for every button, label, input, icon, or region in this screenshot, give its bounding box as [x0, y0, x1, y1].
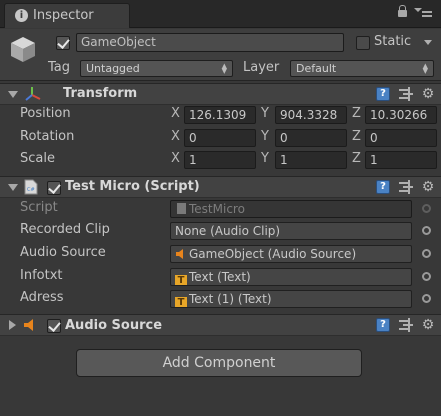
menu-icon[interactable]: [414, 6, 434, 22]
audio-source-enabled-checkbox[interactable]: [47, 319, 61, 333]
position-y-field[interactable]: 904.3328: [275, 106, 347, 124]
infotxt-field[interactable]: T Text (Text): [170, 268, 412, 286]
object-picker-icon[interactable]: [422, 294, 431, 303]
position-label: Position: [20, 106, 71, 121]
text-component-icon: T: [175, 275, 187, 285]
dropdown-arrows-icon: ▲ ▼: [422, 62, 428, 75]
scale-y-field[interactable]: 1: [275, 151, 347, 169]
gameobject-cube-icon: [11, 37, 35, 62]
script-reference-field: TestMicro: [170, 200, 412, 218]
tab-inspector-label: Inspector: [33, 8, 94, 23]
audio-source-field[interactable]: GameObject (Audio Source): [170, 245, 412, 263]
adress-value: Text (1) (Text): [189, 292, 272, 306]
gear-icon[interactable]: ⚙: [421, 87, 435, 101]
speaker-icon: [24, 319, 33, 331]
preset-icon[interactable]: [399, 180, 413, 194]
help-icon[interactable]: ?: [376, 180, 390, 194]
gear-icon[interactable]: ⚙: [421, 180, 435, 194]
scale-label: Scale: [20, 151, 55, 166]
script-asset-icon: [177, 203, 186, 214]
recorded-clip-label: Recorded Clip: [20, 222, 110, 237]
text-component-icon: T: [175, 297, 187, 307]
script-component-title: Test Micro (Script): [65, 179, 200, 194]
foldout-collapsed-icon[interactable]: [9, 320, 16, 330]
infotxt-value: Text (Text): [189, 270, 251, 284]
dropdown-arrows-icon: ▲ ▼: [221, 62, 227, 75]
active-checkbox[interactable]: [56, 36, 70, 50]
static-dropdown-icon[interactable]: [424, 40, 432, 45]
object-picker-icon: [422, 204, 431, 213]
svg-text:C#: C#: [27, 187, 35, 193]
scale-z-field[interactable]: 1: [365, 151, 437, 169]
tab-inspector[interactable]: i Inspector: [4, 3, 130, 28]
position-z-field[interactable]: 10.30266: [365, 106, 437, 124]
preset-icon[interactable]: [399, 318, 413, 332]
layer-value: Default: [296, 62, 337, 75]
axis-z-label: Z: [352, 106, 361, 121]
object-picker-icon[interactable]: [422, 226, 431, 235]
static-checkbox[interactable]: [356, 36, 370, 50]
transform-axes-icon: [25, 87, 41, 101]
foldout-expanded-icon[interactable]: [8, 91, 18, 98]
preset-icon[interactable]: [399, 87, 413, 101]
object-picker-icon[interactable]: [422, 272, 431, 281]
adress-field[interactable]: T Text (1) (Text): [170, 290, 412, 308]
axis-z-label: Z: [352, 151, 361, 166]
audio-source-label: Audio Source: [20, 245, 106, 260]
rotation-z-field[interactable]: 0: [365, 129, 437, 147]
help-icon[interactable]: ?: [376, 318, 390, 332]
position-x-field[interactable]: 126.1309: [184, 106, 256, 124]
rotation-label: Rotation: [20, 129, 75, 144]
axis-x-label: X: [171, 129, 180, 144]
tag-value: Untagged: [86, 62, 140, 75]
axis-x-label: X: [171, 106, 180, 121]
gear-icon[interactable]: ⚙: [421, 318, 435, 332]
add-component-button[interactable]: Add Component: [76, 349, 362, 377]
audio-source-value: GameObject (Audio Source): [189, 247, 357, 261]
script-file-icon: C#: [24, 179, 38, 195]
axis-x-label: X: [171, 151, 180, 166]
adress-label: Adress: [20, 290, 64, 305]
tag-dropdown[interactable]: Untagged ▲ ▼: [80, 60, 233, 77]
recorded-clip-field[interactable]: None (Audio Clip): [170, 222, 412, 240]
layer-label: Layer: [243, 60, 280, 75]
lock-icon[interactable]: [398, 5, 407, 17]
script-enabled-checkbox[interactable]: [47, 181, 61, 195]
axis-z-label: Z: [352, 129, 361, 144]
scale-x-field[interactable]: 1: [184, 151, 256, 169]
foldout-expanded-icon[interactable]: [8, 184, 18, 191]
tag-label: Tag: [48, 60, 71, 75]
help-icon[interactable]: ?: [376, 87, 390, 101]
rotation-y-field[interactable]: 0: [275, 129, 347, 147]
transform-title: Transform: [63, 86, 138, 101]
rotation-x-field[interactable]: 0: [184, 129, 256, 147]
layer-dropdown[interactable]: Default ▲ ▼: [290, 60, 434, 77]
axis-y-label: Y: [261, 151, 269, 166]
audio-source-title: Audio Source: [65, 318, 163, 333]
audio-source-icon: [176, 249, 183, 259]
axis-y-label: Y: [261, 129, 269, 144]
script-reference-value: TestMicro: [189, 202, 245, 216]
static-label: Static: [374, 34, 412, 49]
script-field-label: Script: [20, 200, 58, 215]
info-icon: i: [15, 9, 28, 22]
axis-y-label: Y: [261, 106, 269, 121]
gameobject-name-field[interactable]: GameObject: [76, 33, 344, 52]
object-picker-icon[interactable]: [422, 249, 431, 258]
infotxt-label: Infotxt: [20, 268, 63, 283]
